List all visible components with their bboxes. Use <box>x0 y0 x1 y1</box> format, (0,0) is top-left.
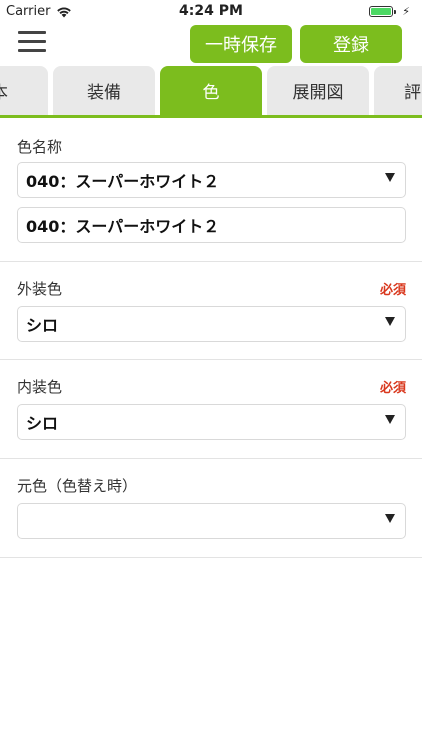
tab-equipment[interactable]: 装備 <box>53 66 155 115</box>
dropdown-arrow-icon <box>385 173 395 182</box>
color-name-select[interactable]: 040：スーパーホワイト２ <box>17 162 406 198</box>
color-name-text-field[interactable]: 040：スーパーホワイト２ <box>17 207 406 243</box>
original-color-label: 元色（色替え時） <box>17 477 138 495</box>
battery-icon: ⚡ <box>369 5 410 18</box>
tab-evaluation[interactable]: 評 <box>374 66 422 115</box>
color-name-text-value: 040：スーパーホワイト２ <box>26 217 220 236</box>
interior-color-select[interactable]: シロ <box>17 404 406 440</box>
register-button[interactable]: 登録 <box>300 25 402 63</box>
tab-strip: 本 装備 色 展開図 評 <box>0 66 422 118</box>
required-badge: 必須 <box>379 283 406 298</box>
interior-color-label: 内装色 <box>17 378 63 396</box>
hamburger-menu-icon[interactable] <box>18 31 46 57</box>
status-bar: Carrier 4:24 PM ⚡ <box>0 0 422 22</box>
dropdown-arrow-icon <box>385 514 395 523</box>
nav-bar: 一時保存 登録 <box>0 22 422 66</box>
required-badge: 必須 <box>379 381 406 396</box>
exterior-color-select[interactable]: シロ <box>17 306 406 342</box>
temp-save-button[interactable]: 一時保存 <box>190 25 292 63</box>
section-color-name: 色名称 040：スーパーホワイト２ 040：スーパーホワイト２ <box>0 118 422 262</box>
section-exterior-color: 外装色 必須 シロ <box>0 262 422 360</box>
dropdown-arrow-icon <box>385 317 395 326</box>
original-color-select[interactable] <box>17 503 406 539</box>
battery-level <box>371 8 392 15</box>
color-name-label: 色名称 <box>17 138 63 156</box>
tab-development-view[interactable]: 展開図 <box>267 66 369 115</box>
interior-color-selected-value: シロ <box>26 414 59 433</box>
charging-icon: ⚡ <box>402 5 410 18</box>
section-original-color: 元色（色替え時） <box>0 459 422 558</box>
section-interior-color: 内装色 必須 シロ <box>0 360 422 459</box>
status-time: 4:24 PM <box>179 3 243 19</box>
color-name-selected-value: 040：スーパーホワイト２ <box>26 172 220 191</box>
tab-color[interactable]: 色 <box>160 66 262 115</box>
tab-basic[interactable]: 本 <box>0 66 48 115</box>
exterior-color-label: 外装色 <box>17 280 63 298</box>
dropdown-arrow-icon <box>385 415 395 424</box>
exterior-color-selected-value: シロ <box>26 316 59 335</box>
